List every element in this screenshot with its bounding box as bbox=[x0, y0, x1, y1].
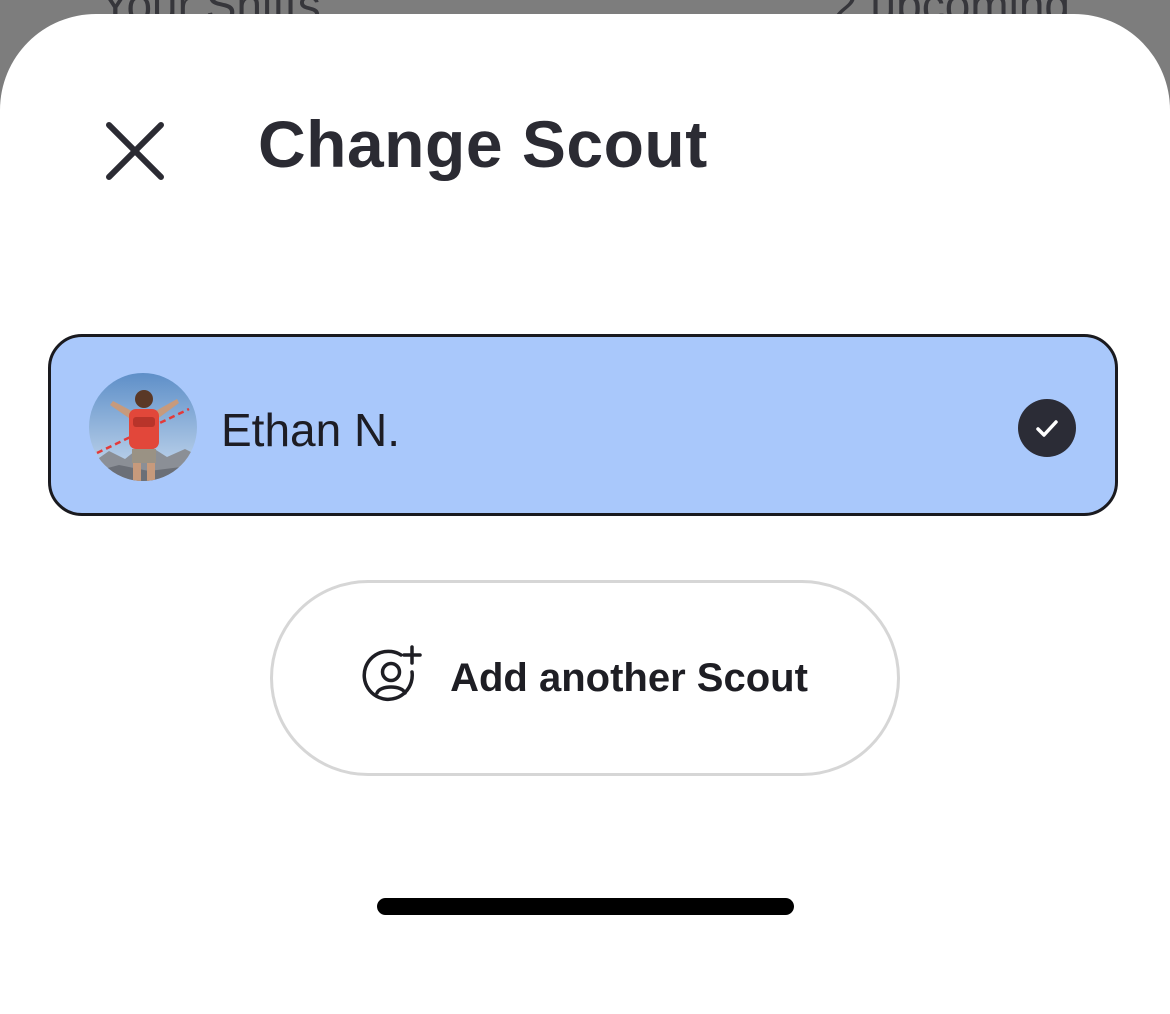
user-add-icon bbox=[362, 644, 424, 712]
check-circle-icon bbox=[1018, 399, 1076, 457]
close-button[interactable] bbox=[92, 108, 178, 194]
change-scout-sheet: Change Scout Ethan N. Add another Scout bbox=[0, 14, 1170, 1014]
scout-name: Ethan N. bbox=[221, 404, 400, 456]
add-scout-label: Add another Scout bbox=[450, 655, 808, 700]
home-indicator[interactable] bbox=[377, 898, 794, 915]
add-another-scout-button[interactable]: Add another Scout bbox=[270, 580, 900, 776]
scout-option-ethan[interactable]: Ethan N. bbox=[48, 334, 1118, 516]
sheet-title: Change Scout bbox=[258, 107, 708, 181]
avatar bbox=[89, 373, 197, 481]
close-icon bbox=[106, 122, 164, 180]
